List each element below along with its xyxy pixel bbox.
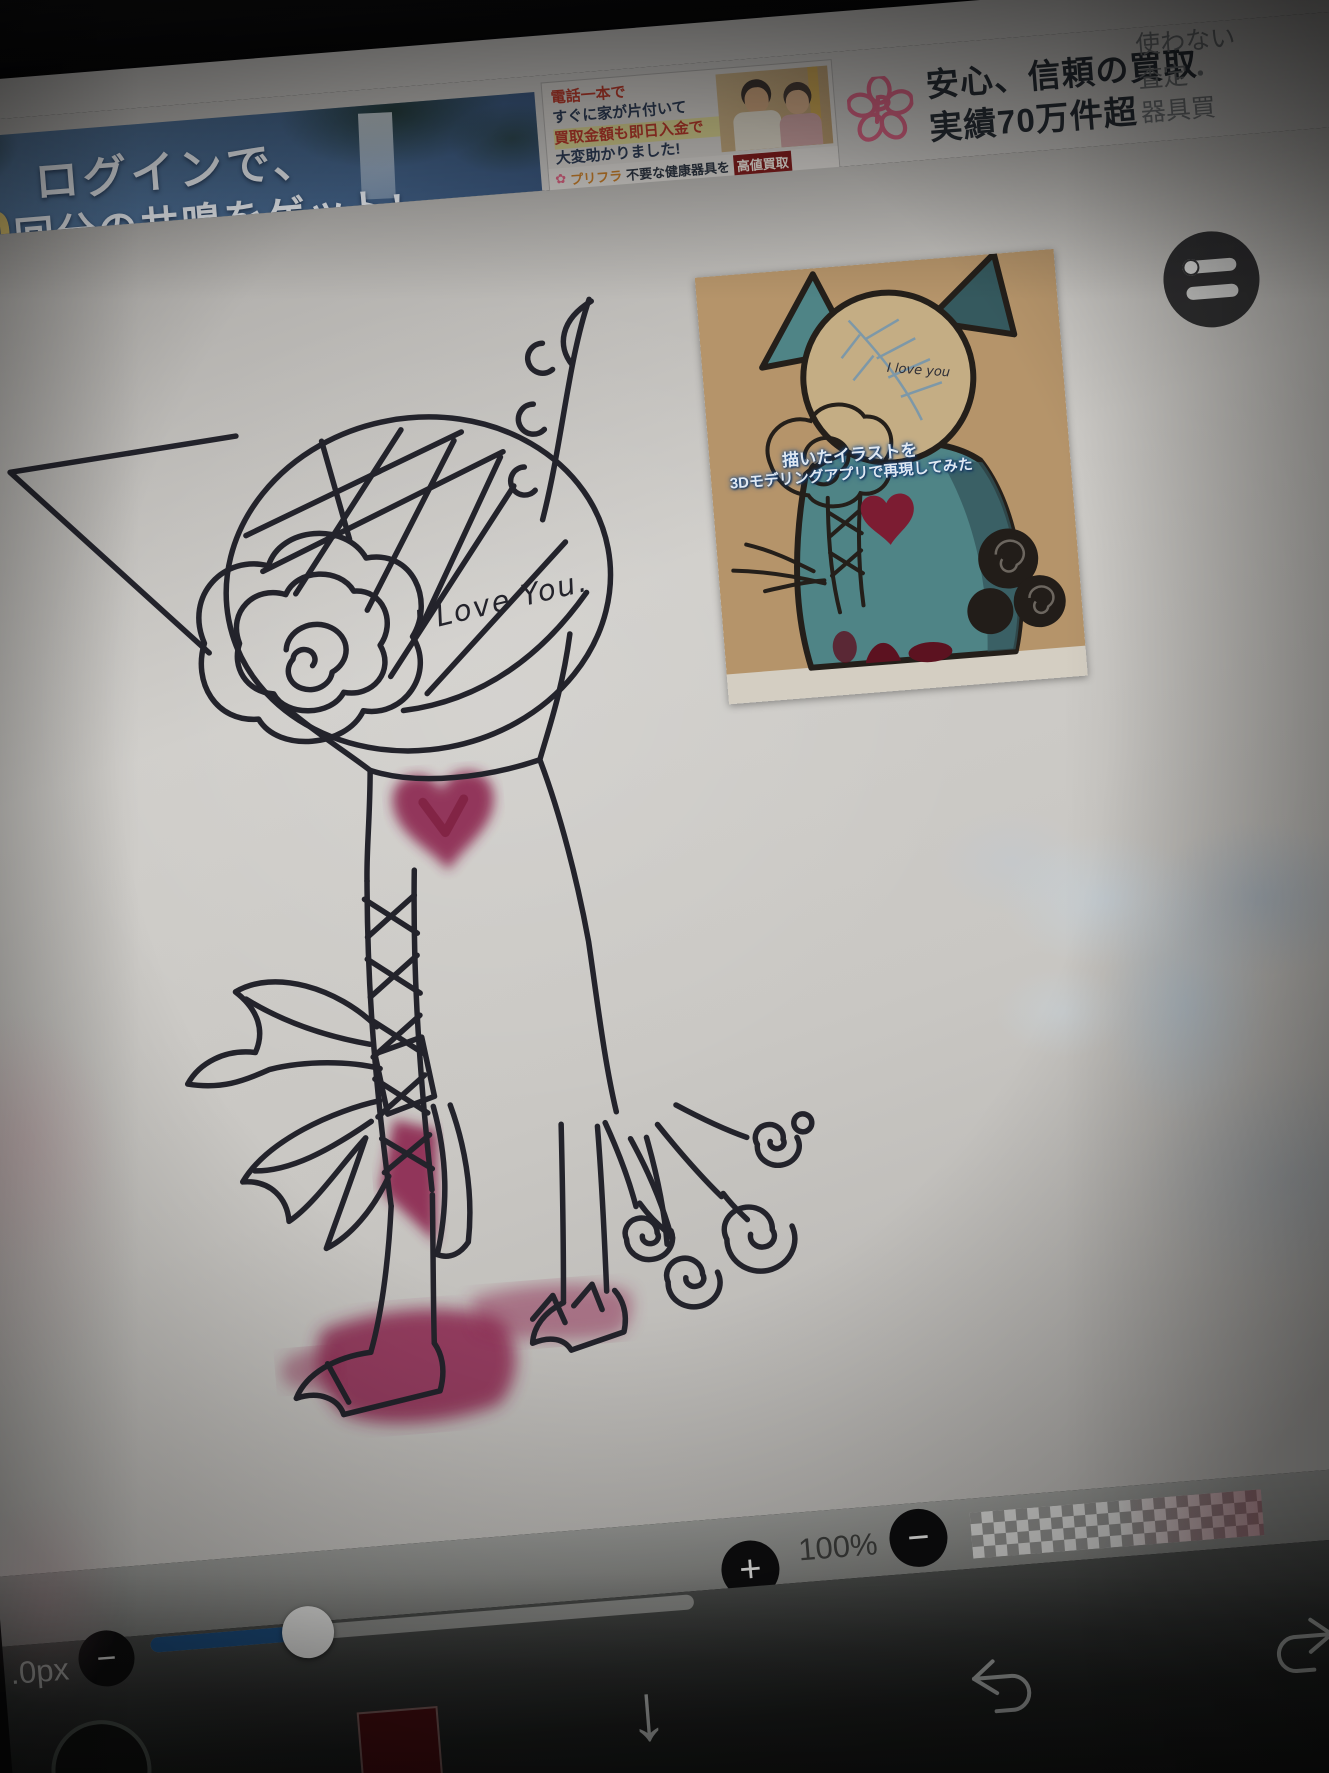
minus-icon: − <box>905 1515 932 1560</box>
undo-icon <box>971 1659 1032 1714</box>
slider-pill-icon <box>1186 283 1239 301</box>
character-drawing: I Love You. <box>7 296 815 1424</box>
redo-icon <box>1276 1617 1329 1673</box>
testimonial-text: 電話一本で すぐに家が片付いて 買取金額も即日入金で 大変助かりました! <box>550 75 726 169</box>
tool-button[interactable] <box>47 1716 156 1773</box>
brush-size-label: .0px <box>9 1651 71 1692</box>
zoom-level: 100% <box>796 1526 879 1568</box>
download-button[interactable]: ↓ <box>603 1654 692 1770</box>
color-swatch-red[interactable] <box>356 1706 449 1773</box>
tablet-photo: ログインで、 100回分の共鳴をゲット! 電話一本で すぐに家が片付いて 買取金… <box>0 0 1329 1773</box>
couple-photo <box>715 65 834 153</box>
brand-flower-icon <box>846 74 915 142</box>
side-ad-text: 使わない 査定・ 器具買 <box>1134 23 1237 127</box>
down-arrow-icon: ↓ <box>624 1665 672 1758</box>
ad-headline[interactable]: 安心、信頼の買取 実績70万件超 <box>924 45 1198 150</box>
minus-icon: − <box>95 1638 118 1678</box>
tablet-screen: ログインで、 100回分の共鳴をゲット! 電話一本で すぐに家が片付いて 買取金… <box>0 0 1329 1773</box>
flower-bullet-icon: ✿ <box>554 170 567 187</box>
drawing-canvas[interactable]: I Love You. I love you 描いたイラストを 3Dモデリングア… <box>0 122 1329 1577</box>
undo-button[interactable] <box>962 1650 1045 1725</box>
zoom-out-button[interactable]: − <box>887 1506 950 1570</box>
reference-image: I love you 描いたイラストを 3Dモデリングアプリで再現してみた <box>694 248 1088 705</box>
slider-pill-icon <box>1181 257 1237 277</box>
love-text: I Love You. <box>411 564 592 639</box>
redo-button[interactable] <box>1262 1609 1329 1684</box>
